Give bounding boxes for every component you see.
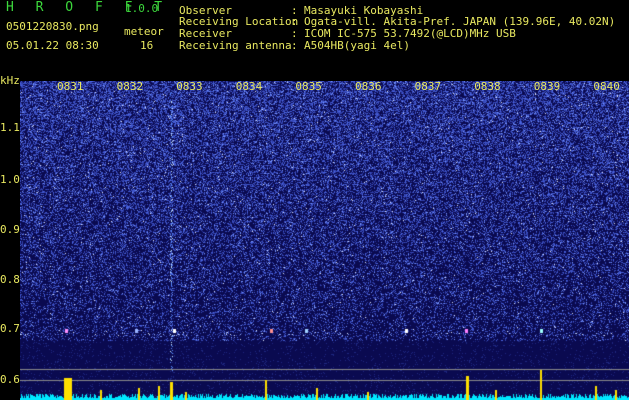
x-tick-label: 0833	[176, 80, 203, 93]
x-tick-label: 0835	[295, 80, 322, 93]
x-tick-label: 0832	[116, 80, 144, 93]
x-tick-label: 0831	[57, 80, 84, 93]
x-tick-label: 0837	[414, 80, 442, 93]
observation-timestamp: 05.01.22 08:30	[6, 39, 99, 52]
y-tick-label: 1.0	[0, 173, 20, 186]
y-tick-label: 0.9	[0, 223, 20, 236]
antenna-label: Receiving antenna	[179, 39, 292, 52]
x-tick-label: 0836	[355, 80, 382, 93]
header-panel: H R O F F T 1.0.0 0501220830.png 05.01.2…	[0, 0, 629, 78]
antenna-colon: :	[291, 39, 298, 52]
y-tick-label: 0.7	[0, 322, 20, 335]
y-tick-label: 1.1	[0, 121, 20, 134]
meteor-count-label: meteor	[124, 25, 164, 38]
y-axis-unit: kHz	[0, 74, 20, 87]
y-tick-label: 0.8	[0, 273, 20, 286]
app-version: 1.0.0	[125, 2, 159, 15]
x-tick-label: 0839	[533, 80, 561, 93]
y-tick-label: 0.6	[0, 373, 20, 386]
antenna-value: A504HB(yagi 4el)	[304, 39, 410, 52]
x-tick-label: 0838	[474, 80, 501, 93]
x-tick-label: 0834	[235, 80, 263, 93]
image-filename: 0501220830.png	[6, 20, 99, 33]
meteor-count-value: 16	[140, 39, 154, 52]
x-tick-label: 0840	[593, 80, 620, 93]
spectrogram-plot	[20, 81, 629, 400]
